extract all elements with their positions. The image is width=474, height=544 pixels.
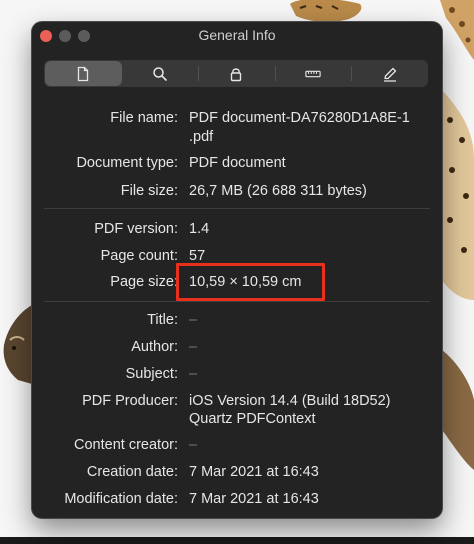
tab-crop[interactable] bbox=[274, 60, 352, 87]
creation-date-value[interactable]: 7 Mar 2021 at 16:43 bbox=[189, 463, 319, 481]
tab-encryption[interactable] bbox=[198, 60, 275, 87]
lock-icon bbox=[231, 67, 242, 81]
pdf-producer-value-line1[interactable]: iOS Version 14.4 (Build 18D52) bbox=[189, 392, 391, 410]
file-size-value[interactable]: 26,7 MB (26 688 311 bytes) bbox=[189, 182, 367, 200]
inspector-toolbar bbox=[44, 60, 428, 87]
search-icon bbox=[153, 66, 167, 81]
ruler-icon bbox=[305, 70, 321, 77]
tab-general-info[interactable] bbox=[45, 61, 122, 86]
separator bbox=[44, 301, 430, 302]
subject-label: Subject: bbox=[125, 366, 178, 382]
pencil-icon bbox=[383, 67, 396, 82]
modification-date-value[interactable]: 7 Mar 2021 at 16:43 bbox=[189, 490, 319, 508]
author-value[interactable]: – bbox=[189, 338, 197, 356]
document-icon bbox=[78, 66, 89, 81]
creation-date-label: Creation date: bbox=[86, 464, 178, 480]
page-size-label: Page size: bbox=[110, 274, 178, 290]
pdf-producer-label: PDF Producer: bbox=[82, 393, 178, 409]
title-value[interactable]: – bbox=[189, 311, 197, 329]
content-creator-label: Content creator: bbox=[74, 437, 178, 453]
tab-annotations[interactable] bbox=[351, 60, 428, 87]
window-title: General Info bbox=[198, 27, 276, 43]
tab-keywords[interactable] bbox=[122, 60, 199, 87]
general-info-window: General Info File name: PDF document-DA7… bbox=[32, 22, 442, 518]
subject-value[interactable]: – bbox=[189, 365, 197, 383]
pdf-version-label: PDF version: bbox=[94, 221, 178, 237]
modification-date-label: Modification date: bbox=[64, 491, 178, 507]
file-name-value-line1[interactable]: PDF document-DA76280D1A8E-1 bbox=[189, 109, 410, 127]
document-type-label: Document type: bbox=[76, 155, 178, 171]
pdf-producer-value-line2[interactable]: Quartz PDFContext bbox=[189, 410, 316, 428]
file-name-value-line2[interactable]: .pdf bbox=[189, 128, 213, 146]
file-name-label: File name: bbox=[110, 110, 178, 126]
title-label: Title: bbox=[147, 312, 178, 328]
separator bbox=[44, 208, 430, 209]
titlebar[interactable]: General Info bbox=[32, 22, 442, 50]
page-count-label: Page count: bbox=[100, 248, 178, 264]
file-size-label: File size: bbox=[120, 183, 178, 199]
bottom-bar bbox=[0, 537, 474, 544]
author-label: Author: bbox=[131, 339, 178, 355]
content-creator-value[interactable]: – bbox=[189, 436, 197, 454]
pdf-version-value[interactable]: 1.4 bbox=[189, 220, 209, 238]
document-type-value[interactable]: PDF document bbox=[189, 154, 286, 172]
page-size-highlight-box bbox=[176, 263, 325, 301]
